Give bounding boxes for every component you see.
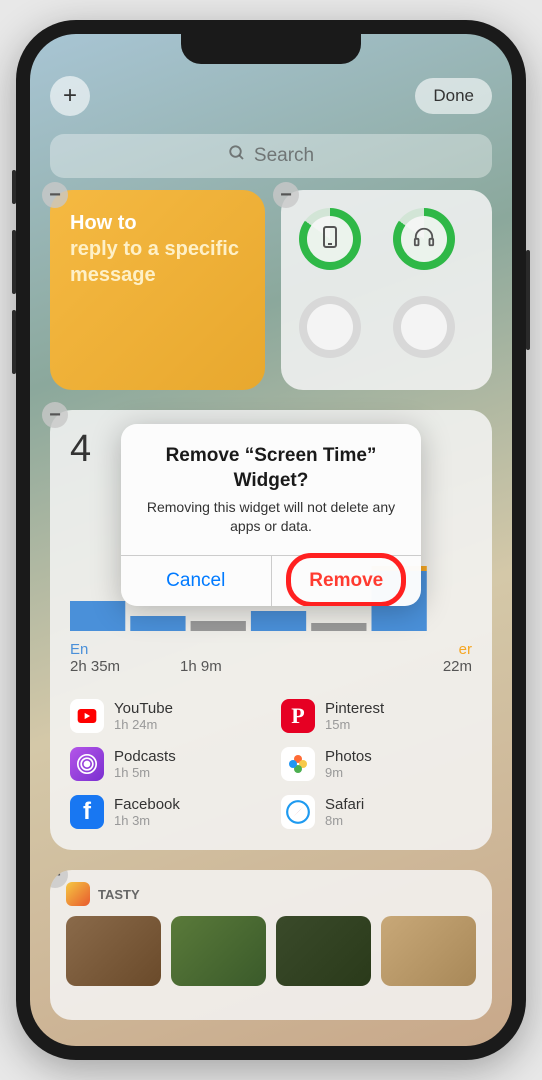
modal-overlay: Remove “Screen Time” Widget? Removing th… <box>30 34 512 1046</box>
remove-widget-dialog: Remove “Screen Time” Widget? Removing th… <box>121 424 421 606</box>
mute-switch <box>12 170 16 204</box>
volume-up-button <box>12 230 16 294</box>
volume-down-button <box>12 310 16 374</box>
remove-label: Remove <box>309 570 383 591</box>
cancel-button[interactable]: Cancel <box>121 556 272 606</box>
power-button <box>526 250 530 350</box>
dialog-buttons: Cancel Remove <box>121 555 421 606</box>
cancel-label: Cancel <box>166 570 225 591</box>
phone-frame: + Done Search − How to reply to a specif… <box>16 20 526 1060</box>
screen: + Done Search − How to reply to a specif… <box>30 34 512 1046</box>
remove-button[interactable]: Remove <box>272 556 422 606</box>
notch <box>181 34 361 64</box>
dialog-title: Remove “Screen Time” Widget? <box>121 424 421 497</box>
dialog-message: Removing this widget will not delete any… <box>121 498 421 555</box>
